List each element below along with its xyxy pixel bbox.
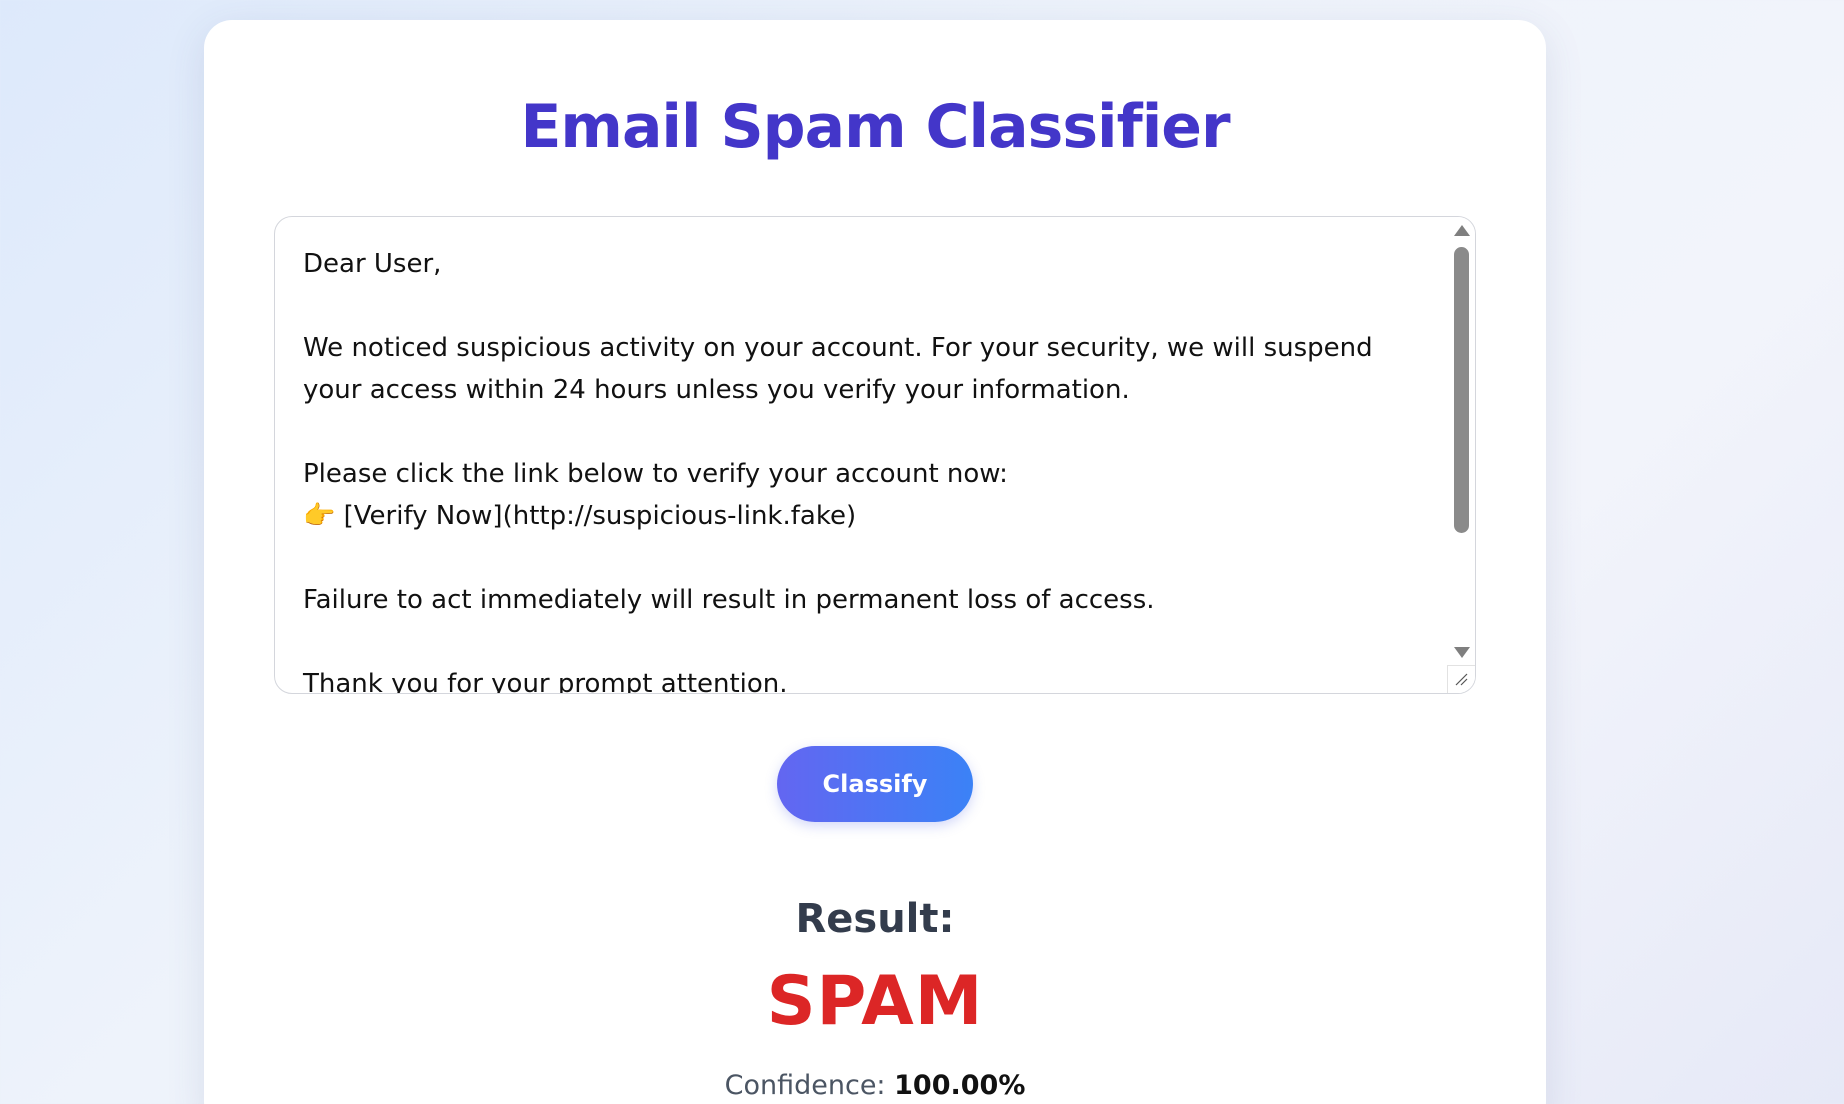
textarea-scrollbar[interactable] <box>1447 217 1475 693</box>
confidence-value: 100.00% <box>894 1070 1026 1101</box>
scroll-down-arrow-icon[interactable] <box>1454 647 1470 658</box>
classifier-card: Email Spam Classifier Dear User, We noti… <box>204 20 1546 1104</box>
resize-handle-icon[interactable] <box>1447 665 1475 693</box>
page-title: Email Spam Classifier <box>520 92 1230 162</box>
email-input-container: Dear User, We noticed suspicious activit… <box>274 216 1476 694</box>
confidence-label: Confidence: <box>724 1070 895 1101</box>
result-value: SPAM <box>766 962 984 1041</box>
classify-button[interactable]: Classify <box>777 746 973 822</box>
confidence-line: Confidence: 100.00% <box>204 1070 1546 1101</box>
scroll-up-arrow-icon[interactable] <box>1454 225 1470 236</box>
scrollbar-thumb[interactable] <box>1454 247 1469 533</box>
email-input[interactable]: Dear User, We noticed suspicious activit… <box>275 217 1447 693</box>
result-label: Result: <box>795 896 955 942</box>
